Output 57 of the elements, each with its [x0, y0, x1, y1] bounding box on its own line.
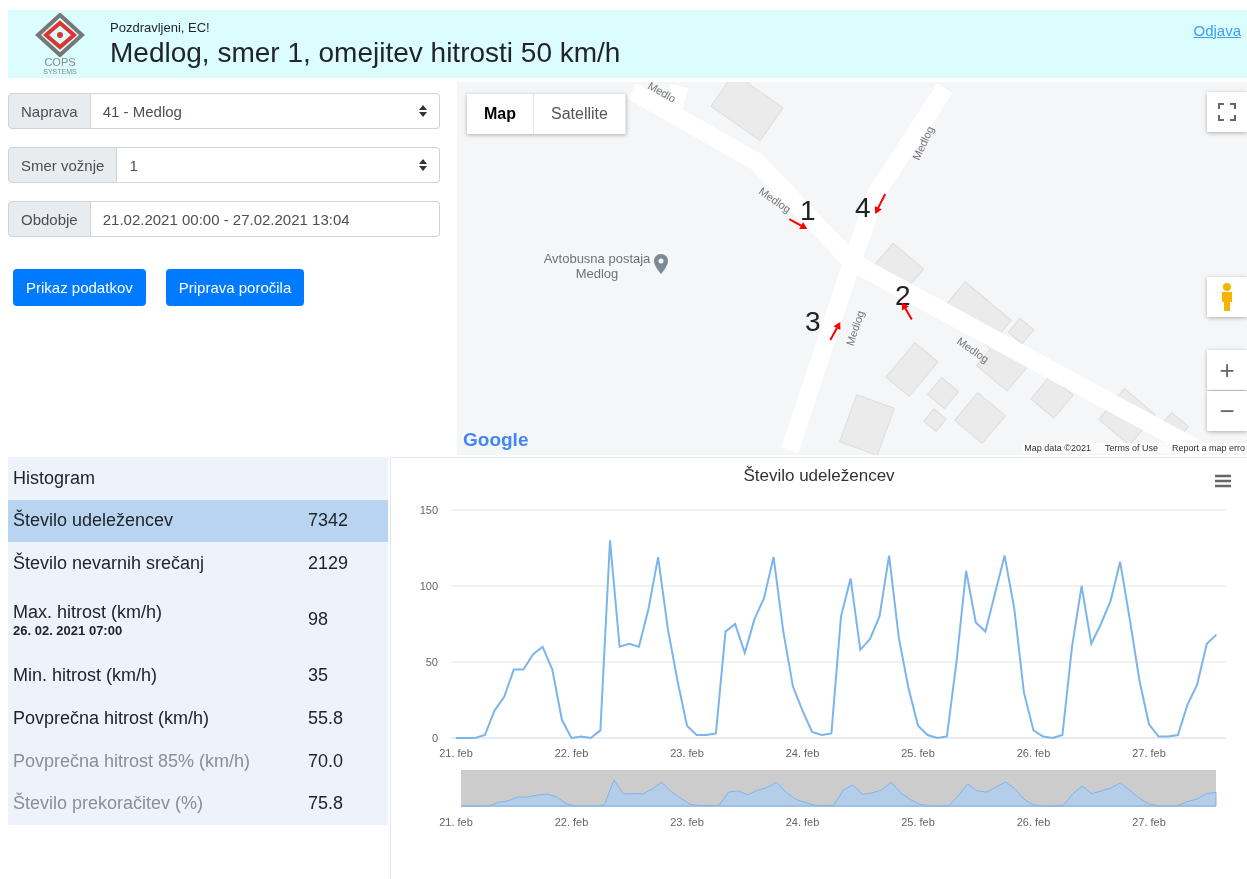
x-tick-label: 25. feb	[901, 747, 935, 759]
panel-title: Histogram	[12, 466, 97, 490]
sort-caret-icon	[419, 105, 427, 117]
stats-row[interactable]: Število udeležencev 7342	[8, 499, 388, 543]
fullscreen-button[interactable]	[1207, 92, 1247, 132]
y-tick-label: 0	[431, 732, 438, 744]
sort-caret-icon	[419, 159, 427, 171]
stats-row[interactable]: Število nevarnih srečanj 2129	[8, 542, 388, 585]
map-logo: Google	[463, 429, 529, 451]
greeting: Pozdravljeni, EC!	[110, 19, 211, 35]
navigator-tick-label: 22. feb	[554, 816, 589, 828]
stats-row[interactable]: Max. hitrost (km/h) 26. 02. 2021 07:00 98	[8, 584, 388, 655]
select-field[interactable]: 41 - Medlog	[90, 93, 440, 129]
action-button[interactable]: Priprava poročila	[165, 269, 305, 306]
marker-number: 4	[855, 194, 871, 222]
field-label: Obdobje	[8, 201, 91, 237]
marker-number: 2	[895, 282, 911, 310]
marker-number: 1	[800, 197, 816, 225]
x-tick-label: 21. feb	[439, 747, 473, 759]
page-title: Medlog, smer 1, omejitev hitrosti 50 km/h	[110, 36, 622, 69]
stats-row[interactable]: Povprečna hitrost (km/h) 55.8	[8, 697, 388, 740]
y-tick-label: 50	[425, 656, 438, 668]
field-label: Smer vožnje	[8, 147, 118, 183]
chart-title: Število udeležencev	[743, 466, 895, 486]
person-icon	[1220, 283, 1234, 311]
marker-number: 3	[805, 308, 821, 336]
x-tick-label: 24. feb	[785, 747, 820, 759]
place-pin-icon	[654, 254, 668, 274]
map-footer-link: Map data ©2021	[1024, 443, 1091, 453]
menu-icon[interactable]	[1215, 474, 1231, 488]
map-footer-link[interactable]: Report a map erro	[1171, 443, 1245, 453]
input-field[interactable]: 21.02.2021 00:00 - 27.02.2021 13:04	[90, 201, 440, 237]
navigator-tick-label: 27. feb	[1132, 816, 1166, 828]
map-type-tab[interactable]: Satellite	[534, 94, 626, 134]
navigator-tick-label: 23. feb	[670, 816, 704, 828]
zoom-out-button[interactable]: −	[1207, 391, 1247, 431]
map-type-tab[interactable]: Map	[467, 94, 534, 134]
field-label: Naprava	[8, 93, 91, 129]
navigator-tick-label: 21. feb	[439, 816, 473, 828]
y-tick-label: 100	[419, 580, 438, 592]
x-tick-label: 22. feb	[554, 747, 589, 759]
navigator-tick-label: 25. feb	[901, 816, 935, 828]
logo-icon	[34, 13, 86, 57]
logo-text: COPS	[44, 57, 76, 68]
y-tick-label: 150	[419, 504, 438, 516]
place-label: Avtobusna postaja Medlog	[543, 252, 651, 282]
x-tick-label: 27. feb	[1132, 747, 1166, 759]
navigator-tick-label: 26. feb	[1016, 816, 1051, 828]
zoom-in-button[interactable]: +	[1207, 350, 1247, 390]
navigator-tick-label: 24. feb	[785, 816, 820, 828]
action-button[interactable]: Prikaz podatkov	[13, 269, 146, 306]
x-tick-label: 23. feb	[670, 747, 704, 759]
stats-row[interactable]: Min. hitrost (km/h) 35	[8, 654, 388, 698]
fullscreen-icon	[1218, 103, 1236, 121]
x-tick-label: 26. feb	[1016, 747, 1051, 759]
map-footer-link[interactable]: Terms of Use	[1104, 443, 1158, 453]
select-field[interactable]: 1	[117, 147, 440, 183]
